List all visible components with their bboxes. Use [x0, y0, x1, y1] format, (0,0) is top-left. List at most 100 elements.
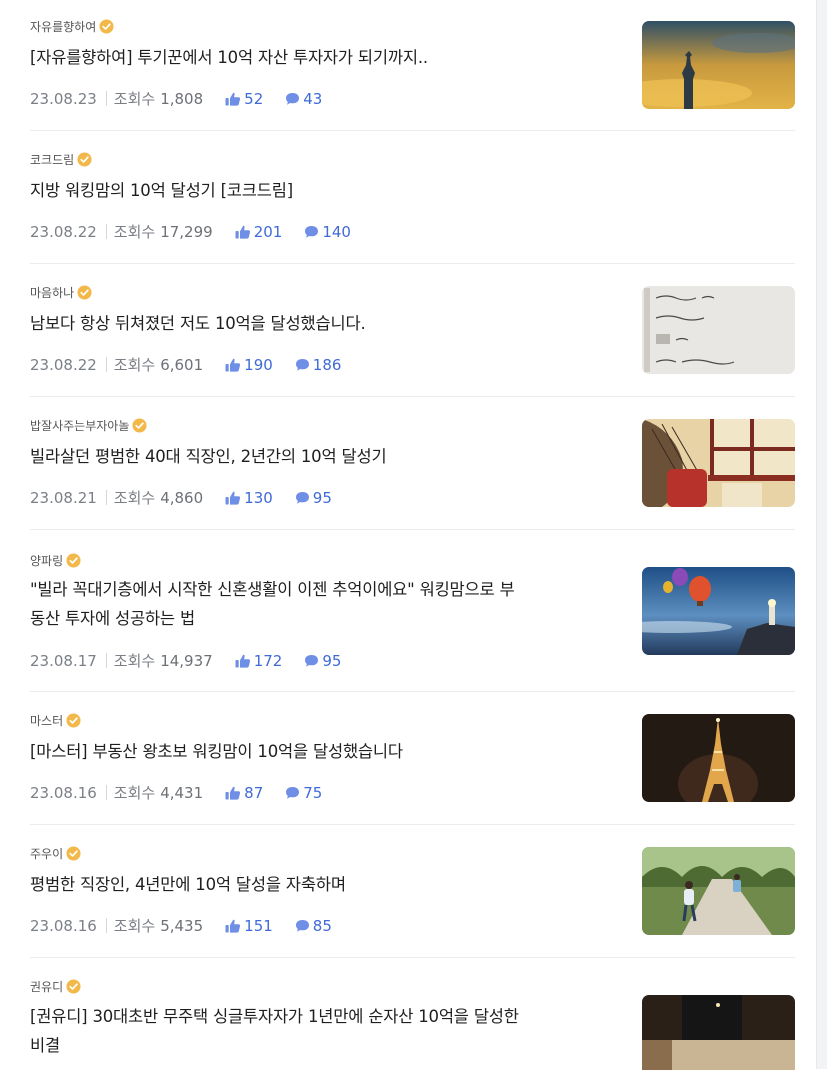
verified-badge-icon	[77, 285, 92, 300]
title-line: 빌라살던 평범한 40대 직장인, 2년간의 10억 달성기	[30, 447, 387, 466]
comment-count: 43	[285, 90, 322, 108]
post-meta: 23.08.23 조회수 1,808 52 43	[30, 88, 322, 109]
views-label: 조회수	[113, 223, 156, 241]
title-line: [권유디] 30대초반 무주택 싱글투자자가 1년만에 순자산 10억을 달성한	[30, 1007, 519, 1026]
post-meta: 23.08.22 조회수 17,299 201 140	[30, 221, 351, 242]
comment-count-value: 186	[312, 355, 342, 374]
post-thumbnail[interactable]	[642, 714, 795, 802]
views-label: 조회수	[113, 90, 156, 108]
post-thumbnail[interactable]	[642, 995, 795, 1070]
views-label: 조회수	[113, 917, 156, 935]
comment-count-value: 43	[303, 89, 323, 108]
like-count: 172	[235, 651, 283, 670]
post-title[interactable]: 빌라살던 평범한 40대 직장인, 2년간의 10억 달성기	[30, 442, 590, 471]
meta-divider	[105, 224, 107, 239]
meta-divider	[105, 357, 107, 372]
meta-divider	[105, 785, 107, 800]
list-item[interactable]: 마스터 [마스터] 부동산 왕초보 워킹맘이 10억을 달성했습니다 23.08…	[30, 692, 795, 825]
author-row: 권유디	[30, 978, 81, 995]
post-date: 23.08.23	[30, 89, 97, 108]
title-line: 지방 워킹맘의 10억 달성기 [코크드림]	[30, 181, 293, 200]
comment-count-value: 140	[322, 222, 351, 241]
title-line: 평범한 직장인, 4년만에 10억 달성을 자축하며	[30, 875, 346, 894]
comment-count-value: 75	[303, 783, 323, 802]
views-count: 17,299	[160, 222, 213, 241]
comment-bubble-icon	[305, 225, 319, 238]
like-count: 151	[225, 917, 273, 935]
comment-bubble-icon	[305, 654, 319, 667]
list-item[interactable]: 마음하나 남보다 항상 뒤쳐졌던 저도 10억을 달성했습니다. 23.08.2…	[30, 264, 795, 397]
author-name[interactable]: 자유를향하여	[30, 18, 96, 35]
post-thumbnail[interactable]	[642, 567, 795, 655]
title-line: [마스터] 부동산 왕초보 워킹맘이 10억을 달성했습니다	[30, 742, 403, 761]
thumbs-up-icon	[225, 919, 241, 933]
list-item[interactable]: 권유디 [권유디] 30대초반 무주택 싱글투자자가 1년만에 순자산 10억을…	[30, 958, 795, 1070]
author-name[interactable]: 양파링	[30, 552, 63, 569]
post-thumbnail[interactable]	[642, 286, 795, 374]
views-count: 4,860	[160, 488, 204, 507]
like-count: 130	[225, 489, 273, 507]
author-name[interactable]: 마스터	[30, 712, 63, 729]
list-item[interactable]: 코크드림 지방 워킹맘의 10억 달성기 [코크드림] 23.08.22 조회수…	[30, 131, 795, 264]
list-item[interactable]: 자유를향하여 [자유를향하여] 투기꾼에서 10억 자산 투자자가 되기까지..…	[30, 0, 795, 131]
comment-count: 140	[304, 223, 351, 241]
post-thumbnail[interactable]	[642, 847, 795, 935]
author-name[interactable]: 밥잘사주는부자아놀	[30, 417, 129, 434]
author-row: 양파링	[30, 552, 81, 569]
author-name[interactable]: 마음하나	[30, 284, 74, 301]
post-title[interactable]: "빌라 꼭대기층에서 시작한 신혼생활이 이젠 추억이에요" 워킹맘으로 부 동…	[30, 575, 590, 633]
author-name[interactable]: 권유디	[30, 978, 63, 995]
list-item[interactable]: 주우이 평범한 직장인, 4년만에 10억 달성을 자축하며 23.08.16 …	[30, 825, 795, 958]
meta-divider	[105, 653, 107, 668]
post-date: 23.08.22	[30, 222, 97, 241]
verified-badge-icon	[66, 846, 81, 861]
author-name[interactable]: 코크드림	[30, 151, 74, 168]
post-title[interactable]: 지방 워킹맘의 10억 달성기 [코크드림]	[30, 176, 590, 205]
like-count: 87	[225, 784, 263, 802]
comment-count: 95	[304, 652, 341, 670]
views-label: 조회수	[113, 489, 156, 507]
post-thumbnail[interactable]	[642, 21, 795, 109]
like-count-value: 87	[244, 783, 264, 802]
views-count: 6,601	[160, 355, 204, 374]
verified-badge-icon	[132, 418, 147, 433]
post-thumbnail[interactable]	[642, 419, 795, 507]
post-title[interactable]: [자유를향하여] 투기꾼에서 10억 자산 투자자가 되기까지..	[30, 43, 590, 72]
post-date: 23.08.17	[30, 651, 97, 670]
views-label: 조회수	[113, 356, 156, 374]
post-date: 23.08.16	[30, 783, 97, 802]
title-line: 동산 투자에 성공하는 법	[30, 609, 195, 628]
like-count-value: 190	[244, 355, 273, 374]
author-name[interactable]: 주우이	[30, 845, 63, 862]
thumbs-up-icon	[225, 358, 241, 372]
like-count-value: 52	[244, 89, 264, 108]
title-line: 비결	[30, 1036, 60, 1055]
author-row: 자유를향하여	[30, 18, 114, 35]
like-count-value: 201	[253, 222, 283, 241]
scrollbar[interactable]	[816, 0, 827, 1069]
verified-badge-icon	[99, 19, 114, 34]
comment-count: 75	[285, 784, 322, 802]
views-label: 조회수	[113, 652, 156, 670]
comment-count: 85	[295, 917, 332, 935]
post-title[interactable]: [마스터] 부동산 왕초보 워킹맘이 10억을 달성했습니다	[30, 737, 590, 766]
views-count: 5,435	[160, 916, 204, 935]
meta-divider	[105, 490, 107, 505]
thumbs-up-icon	[235, 225, 250, 239]
comment-bubble-icon	[286, 92, 300, 105]
post-title[interactable]: [권유디] 30대초반 무주택 싱글투자자가 1년만에 순자산 10억을 달성한…	[30, 1002, 590, 1060]
post-meta: 23.08.17 조회수 14,937 172 95	[30, 650, 341, 671]
author-row: 마음하나	[30, 284, 92, 301]
post-title[interactable]: 평범한 직장인, 4년만에 10억 달성을 자축하며	[30, 870, 590, 899]
like-count-value: 172	[253, 651, 283, 670]
list-item[interactable]: 밥잘사주는부자아놀 빌라살던 평범한 40대 직장인, 2년간의 10억 달성기…	[30, 397, 795, 530]
comment-count-value: 85	[312, 916, 332, 935]
list-item[interactable]: 양파링 "빌라 꼭대기층에서 시작한 신혼생활이 이젠 추억이에요" 워킹맘으로…	[30, 530, 795, 692]
comment-bubble-icon	[295, 919, 309, 932]
comment-bubble-icon	[286, 786, 300, 799]
comment-bubble-icon	[295, 358, 309, 371]
author-row: 밥잘사주는부자아놀	[30, 417, 147, 434]
post-title[interactable]: 남보다 항상 뒤쳐졌던 저도 10억을 달성했습니다.	[30, 309, 590, 338]
like-count: 190	[225, 356, 273, 374]
post-meta: 23.08.21 조회수 4,860 130 95	[30, 487, 332, 508]
